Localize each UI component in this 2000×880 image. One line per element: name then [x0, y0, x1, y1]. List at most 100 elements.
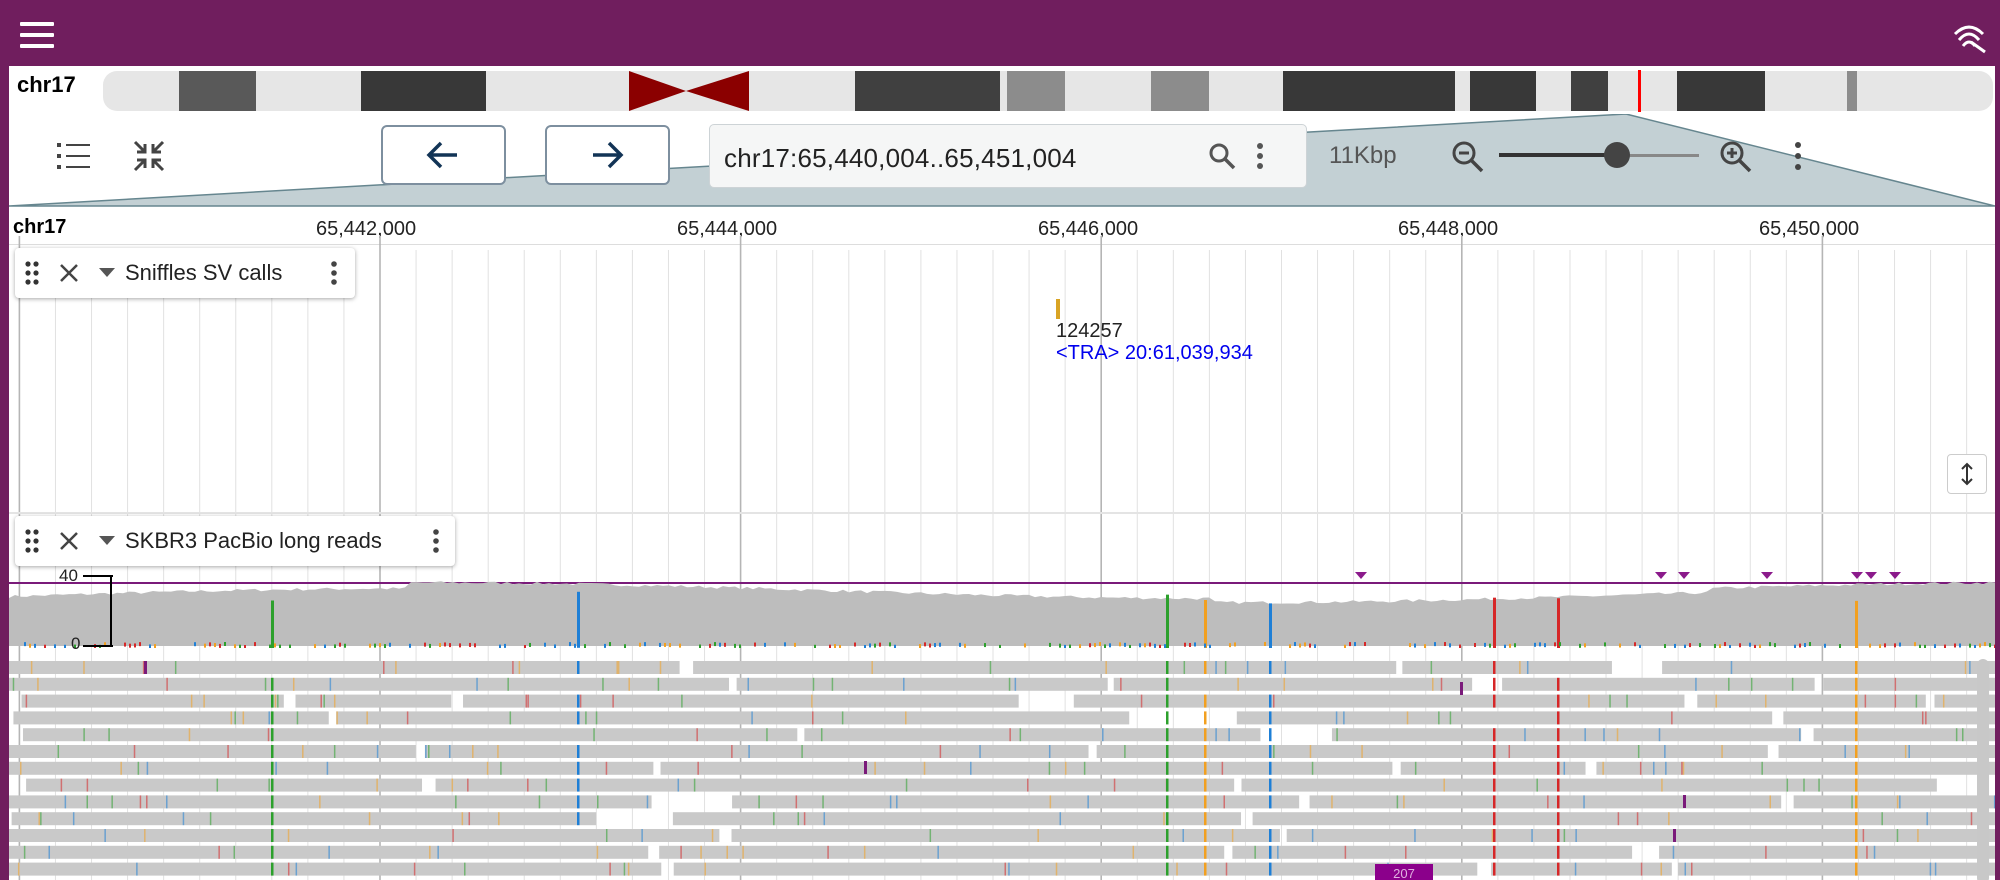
snp-mismatch [1166, 728, 1169, 742]
track-list-icon[interactable] [57, 140, 91, 172]
snp-mismatch [1166, 761, 1169, 775]
snp-mismatch [1166, 745, 1169, 758]
track-resize-button[interactable] [1947, 454, 1987, 494]
collapse-arrows-icon[interactable] [131, 138, 167, 174]
track-header-sv-calls[interactable]: Sniffles SV calls [15, 248, 355, 298]
zoom-out-icon[interactable] [1451, 140, 1485, 174]
read-alignment [1823, 677, 1995, 691]
drag-handle-icon[interactable] [25, 529, 39, 553]
snp-mismatch [1204, 778, 1207, 792]
coverage-graph[interactable] [9, 562, 1995, 648]
snp-mismatch [1204, 711, 1207, 725]
sv-feature-name: 124257 [1056, 320, 1123, 342]
read-alignment [731, 829, 1280, 842]
snp-mismatch [1269, 711, 1272, 725]
snp-mismatch [1166, 845, 1169, 859]
chromosome-ideogram[interactable] [103, 70, 1993, 112]
insertion-marker [1460, 682, 1463, 695]
snp-mismatch [1204, 661, 1207, 674]
close-icon[interactable] [59, 531, 79, 551]
read-alignment [1783, 711, 1995, 725]
snp-coverage-bar [577, 591, 580, 648]
snp-mismatch [1493, 728, 1496, 742]
read-alignment [1252, 812, 1995, 826]
snp-mismatch [1204, 795, 1207, 809]
snp-mismatch [271, 677, 274, 691]
snp-mismatch [1166, 829, 1169, 842]
zoom-in-icon[interactable] [1719, 140, 1753, 174]
modification-marker [1865, 572, 1877, 579]
visible-span-label: 11Kbp [1329, 142, 1397, 169]
snp-mismatch [271, 728, 274, 742]
snp-mismatch [1493, 829, 1496, 842]
snp-mismatch [1204, 745, 1207, 758]
snp-mismatch [577, 711, 580, 725]
connection-signal-icon[interactable] [1949, 16, 1989, 56]
read-alignment [1236, 711, 1773, 725]
close-icon[interactable] [59, 263, 79, 283]
snp-mismatch [577, 694, 580, 708]
snp-mismatch [577, 745, 580, 758]
read-alignment [1793, 795, 1995, 809]
snp-mismatch [1493, 745, 1496, 758]
zoom-slider-thumb[interactable] [1604, 142, 1630, 168]
snp-mismatch [1493, 845, 1496, 859]
back-button[interactable] [381, 125, 506, 185]
read-alignment [1491, 862, 1672, 876]
read-alignment [1402, 661, 1612, 674]
current-region-marker [1638, 70, 1641, 112]
drag-handle-icon[interactable] [25, 261, 39, 285]
snp-mismatch [1204, 761, 1207, 775]
snp-mismatch [271, 694, 274, 708]
vertical-dots-icon[interactable] [329, 260, 339, 286]
read-alignment [1309, 795, 1782, 809]
track-header-pacbio-reads[interactable]: SKBR3 PacBio long reads [15, 516, 455, 566]
snp-mismatch [1855, 778, 1858, 792]
snp-coverage-bar [1269, 603, 1272, 648]
snp-mismatch [1855, 728, 1858, 742]
snp-mismatch [577, 812, 580, 826]
hamburger-menu-icon[interactable] [20, 20, 54, 50]
read-alignment [1241, 778, 1937, 792]
location-input[interactable]: chr17:65,440,004..65,451,004 [724, 143, 1077, 174]
insertion-marker [1683, 795, 1686, 808]
snp-mismatch [1269, 728, 1272, 742]
read-alignment [26, 778, 423, 792]
snp-mismatch [1855, 661, 1858, 674]
snp-mismatch [1557, 745, 1560, 758]
snp-mismatch [1269, 829, 1272, 842]
triangle-down-icon[interactable] [99, 536, 115, 546]
coverage-scale-bar [83, 575, 113, 647]
sv-feature-glyph[interactable] [1056, 299, 1060, 319]
snp-mismatch [271, 845, 274, 859]
snp-mismatch [1204, 728, 1207, 742]
read-alignment [1596, 761, 1995, 775]
pileup-scrollbar[interactable] [1977, 659, 1989, 880]
reads-pileup[interactable] [9, 654, 1995, 880]
vertical-dots-icon[interactable] [431, 528, 441, 554]
snp-mismatch [577, 761, 580, 775]
read-alignment [13, 711, 329, 725]
zoom-slider-track[interactable] [1499, 153, 1699, 157]
genome-browser-frame: chr17 chr17:65,440,004..65,451,004 11Kbp… [9, 4, 1995, 880]
forward-button[interactable] [545, 125, 670, 185]
arrow-left-icon [426, 141, 457, 169]
view-menu-icon[interactable] [1792, 140, 1804, 172]
app-bar [9, 4, 1995, 66]
snp-mismatch [1557, 694, 1560, 708]
snp-coverage-bar [271, 600, 274, 648]
triangle-down-icon[interactable] [99, 268, 115, 278]
snp-mismatch [1493, 694, 1496, 708]
search-icon[interactable] [1207, 141, 1237, 171]
snp-mismatch [1493, 812, 1496, 826]
location-search-box[interactable]: chr17:65,440,004..65,451,004 [709, 124, 1307, 188]
snp-mismatch [271, 778, 274, 792]
snp-mismatch [577, 661, 580, 674]
track-title: Sniffles SV calls [125, 260, 283, 285]
snp-mismatch [1557, 845, 1560, 859]
chromosome-overview[interactable]: chr17 [9, 66, 1995, 114]
snp-mismatch [1855, 862, 1858, 876]
read-alignment [9, 761, 654, 775]
snp-mismatch [1204, 812, 1207, 826]
vertical-dots-icon[interactable] [1254, 141, 1266, 171]
